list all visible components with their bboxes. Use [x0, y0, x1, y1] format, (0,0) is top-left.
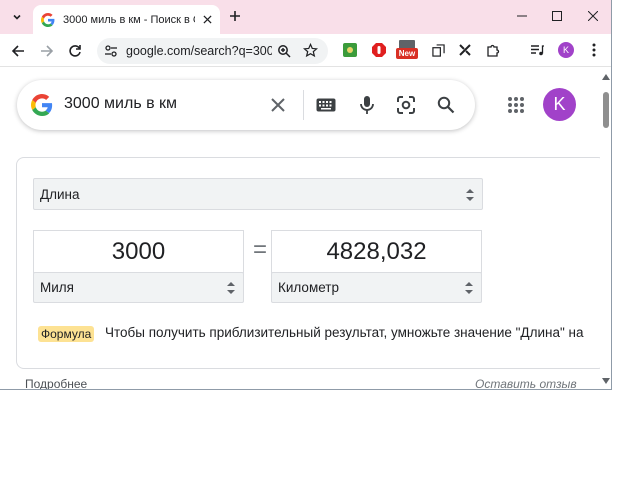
extension-green-icon: [343, 43, 357, 57]
chevron-down-icon: [13, 14, 21, 20]
search-results-page: 3000 миль в км K Длина 3000 Миля = 4828,…: [0, 68, 606, 389]
back-button[interactable]: [7, 40, 29, 62]
tab-close-button[interactable]: [200, 12, 214, 26]
search-submit-button[interactable]: [434, 93, 458, 117]
more-info-link[interactable]: Подробнее: [25, 377, 87, 389]
close-icon: [202, 14, 212, 24]
to-value-input[interactable]: 4828,032: [271, 230, 482, 273]
select-arrows-icon: [466, 188, 474, 202]
tab-active[interactable]: 3000 миль в км - Поиск в Google: [33, 5, 220, 34]
media-control-button[interactable]: [529, 42, 545, 58]
from-unit-select[interactable]: Миля: [33, 272, 244, 303]
forward-button[interactable]: [36, 40, 58, 62]
new-tab-button[interactable]: [226, 7, 244, 25]
close-icon: [588, 11, 598, 21]
tab-search-button[interactable]: [6, 6, 28, 28]
playlist-icon: [531, 45, 544, 56]
tool-extension-icon: [459, 44, 471, 56]
zoom-button[interactable]: [277, 44, 291, 63]
equals-sign: =: [252, 236, 267, 263]
select-arrows-icon: [465, 281, 473, 295]
window-close-button[interactable]: [581, 5, 605, 27]
plus-icon: [230, 11, 240, 21]
reload-button[interactable]: [64, 40, 86, 62]
google-g-icon: [41, 12, 55, 27]
bookmark-button[interactable]: [302, 42, 319, 63]
maximize-button[interactable]: [545, 5, 569, 27]
voice-search-button[interactable]: [355, 93, 379, 117]
account-avatar[interactable]: K: [543, 88, 576, 121]
search-query: 3000 миль в км: [64, 95, 178, 112]
tab-strip: 3000 миль в км - Поиск в Google: [0, 0, 611, 34]
google-apps-button[interactable]: [505, 94, 527, 116]
puzzle-icon: [487, 44, 500, 57]
feedback-link[interactable]: Оставить отзыв: [475, 377, 577, 389]
zoom-icon: [278, 45, 291, 58]
keyboard-icon: [316, 98, 336, 112]
unit-type-label: Длина: [40, 187, 80, 202]
address-bar[interactable]: google.com/search?q=3000...: [97, 38, 328, 64]
extension-1[interactable]: [342, 42, 358, 58]
minimize-icon: [517, 15, 527, 17]
url-text: google.com/search?q=3000...: [126, 44, 272, 58]
browser-window: 3000 миль в км - Поиск в Google: [0, 0, 612, 390]
to-unit-select[interactable]: Километр: [271, 272, 482, 303]
scroll-down-arrow-icon[interactable]: [602, 378, 610, 384]
minimize-button[interactable]: [510, 5, 534, 27]
more-vert-icon: [592, 43, 596, 57]
extension-5[interactable]: [457, 42, 473, 58]
unit-converter-card: Длина 3000 Миля = 4828,032 Километр Форм…: [16, 157, 606, 369]
camera-lens-icon: [397, 96, 415, 114]
search-divider: [303, 90, 304, 120]
new-badge: New: [396, 48, 418, 59]
browser-toolbar: google.com/search?q=3000... New: [0, 34, 611, 67]
search-box[interactable]: 3000 миль в км: [17, 80, 475, 130]
extension-3[interactable]: New: [396, 40, 418, 60]
extensions-menu-button[interactable]: [485, 42, 501, 58]
page-scrollbar[interactable]: [600, 68, 611, 389]
clear-search-button[interactable]: [266, 93, 290, 117]
scroll-up-arrow-icon[interactable]: [602, 74, 610, 80]
formula-badge: Формула: [38, 326, 95, 342]
from-value-input[interactable]: 3000: [33, 230, 244, 273]
close-icon: [271, 98, 285, 112]
google-g-icon: [31, 94, 53, 116]
extension-4[interactable]: [430, 42, 446, 58]
tune-icon: [105, 45, 117, 57]
star-icon: [302, 42, 319, 58]
scrollbar-thumb[interactable]: [603, 92, 609, 128]
browser-menu-button[interactable]: [586, 42, 602, 58]
unit-type-select[interactable]: Длина: [33, 178, 483, 210]
arrow-right-icon: [41, 45, 54, 57]
formula-text: Чтобы получить приблизительный результат…: [105, 325, 584, 340]
arrow-left-icon: [11, 45, 24, 57]
profile-button[interactable]: K: [558, 42, 574, 58]
keyboard-button[interactable]: [314, 93, 338, 117]
to-unit-label: Километр: [278, 280, 339, 295]
reload-icon: [69, 45, 81, 57]
lens-search-button[interactable]: [394, 93, 418, 117]
maximize-icon: [552, 11, 562, 21]
tab-title: 3000 миль в км - Поиск в Google: [63, 13, 195, 26]
search-icon: [437, 96, 455, 114]
copy-icon: [431, 43, 445, 57]
site-info-button[interactable]: [104, 44, 118, 63]
extension-2[interactable]: [371, 42, 387, 58]
select-arrows-icon: [227, 281, 235, 295]
mic-icon: [360, 96, 374, 114]
from-unit-label: Миля: [40, 280, 74, 295]
apps-grid-icon: [508, 97, 524, 113]
adblock-icon: [372, 43, 386, 57]
